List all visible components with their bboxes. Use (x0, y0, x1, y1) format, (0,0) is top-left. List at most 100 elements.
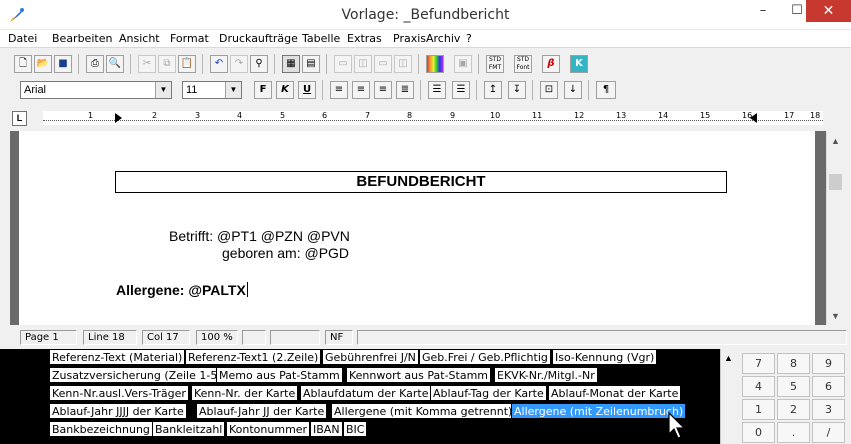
field-item[interactable]: IBAN (310, 421, 343, 437)
tab-stop-button[interactable]: L (12, 111, 27, 126)
menu-praxisarchiv[interactable]: PraxisArchiv (393, 32, 460, 45)
table-grid-icon[interactable]: ▤ (302, 55, 320, 73)
field-item[interactable]: Ablauf-Jahr JJ der Karte (196, 403, 328, 419)
field-item[interactable]: Bankbezeichnung (49, 421, 153, 437)
field-item[interactable]: Ablaufdatum der Karte (300, 385, 432, 401)
numbered-list-icon[interactable]: ☰ (428, 81, 446, 99)
new-file-icon[interactable]: 🗋 (14, 55, 32, 73)
std-fmt-button[interactable]: STD FMT (486, 55, 504, 73)
font-size-select[interactable]: 11 ▼ (182, 81, 242, 99)
keypad-key[interactable]: 2 (777, 399, 810, 420)
text-frame-icon[interactable]: ⊡ (540, 81, 558, 99)
table-icon[interactable]: ▦ (282, 55, 300, 73)
close-button[interactable]: ✕ (806, 0, 851, 22)
field-item[interactable]: Kennwort aus Pat-Stamm (346, 367, 492, 383)
menu-format[interactable]: Format (170, 32, 209, 45)
chevron-down-icon[interactable]: ▼ (225, 82, 241, 98)
field-item[interactable]: EKVK-Nr./Mitgl.-Nr (494, 367, 598, 383)
keypad-key[interactable]: 4 (742, 376, 775, 397)
keypad-key[interactable]: 0 (742, 422, 775, 443)
indent-down-icon[interactable]: ↧ (508, 81, 526, 99)
print-icon[interactable]: ⎙ (86, 55, 104, 73)
table-insert-col-icon[interactable]: ◫ (354, 55, 372, 73)
menu-druckauftraege[interactable]: Druckaufträge (219, 32, 298, 45)
undo-icon[interactable]: ↶ (210, 55, 228, 73)
ruler[interactable]: 1 2 3 4 5 6 7 8 9 10 11 12 13 14 15 16 1… (43, 111, 823, 125)
keypad-key[interactable]: 5 (777, 376, 810, 397)
field-item[interactable]: Bankleitzahl (152, 421, 226, 437)
align-right-icon[interactable]: ≡ (374, 81, 392, 99)
field-item[interactable]: Referenz-Text1 (2.Zeile) (185, 349, 322, 365)
scroll-down-icon[interactable]: ▼ (827, 308, 844, 325)
field-item[interactable]: Kenn-Nr. der Karte (191, 385, 299, 401)
keypad-key[interactable]: 3 (812, 399, 845, 420)
keypad-key[interactable]: 1 (742, 399, 775, 420)
field-item[interactable]: Zusatzversicherung (Zeile 1-5) (49, 367, 225, 383)
field-item[interactable]: Kenn-Nr.ausl.Vers-Träger (49, 385, 189, 401)
paste-icon[interactable]: 📋 (178, 55, 196, 73)
keypad-key[interactable]: 9 (812, 353, 845, 374)
beta-icon[interactable]: β (542, 55, 560, 73)
color-palette-icon[interactable] (426, 55, 444, 73)
right-indent-marker-icon[interactable] (750, 113, 758, 123)
field-list-scrollbar[interactable]: ▲ (720, 349, 740, 444)
keypad-key[interactable]: 8 (777, 353, 810, 374)
table-insert-row-icon[interactable]: ▭ (334, 55, 352, 73)
field-item[interactable]: Iso-Kennung (Vgr) (552, 349, 658, 365)
left-indent-marker-icon[interactable] (115, 113, 123, 123)
praxis-k-icon[interactable]: K (570, 55, 588, 73)
minimize-button[interactable]: – (746, 0, 780, 22)
field-item[interactable]: Ablauf-Monat der Karte (548, 385, 682, 401)
field-item[interactable]: Ablauf-Tag der Karte (430, 385, 547, 401)
field-item[interactable]: Allergene (mit Komma getrennt) (331, 403, 516, 419)
table-delete-col-icon[interactable]: ◫ (394, 55, 412, 73)
align-left-icon[interactable]: ≡ (330, 81, 348, 99)
open-folder-icon[interactable]: 📂 (34, 55, 52, 73)
print-preview-icon[interactable]: 🔍 (106, 55, 124, 73)
menu-help[interactable]: ? (466, 32, 472, 45)
menu-extras[interactable]: Extras (347, 32, 382, 45)
save-disk-icon[interactable]: ■ (54, 55, 72, 73)
scroll-up-icon[interactable]: ▲ (827, 133, 844, 150)
cut-icon[interactable]: ✂ (138, 55, 156, 73)
justify-icon[interactable]: ≣ (396, 81, 414, 99)
keypad-key[interactable]: . (777, 422, 810, 443)
bullet-list-icon[interactable]: ☰ (452, 81, 470, 99)
align-center-icon[interactable]: ≡ (352, 81, 370, 99)
frame-icon[interactable]: ▣ (454, 55, 472, 73)
scroll-up-icon[interactable]: ▲ (724, 353, 733, 363)
find-binoculars-icon[interactable]: ⚲ (250, 55, 268, 73)
scrollbar-thumb[interactable] (829, 174, 842, 190)
status-message (357, 330, 847, 345)
menu-datei[interactable]: Datei (8, 32, 37, 45)
field-item[interactable]: Geb.Frei / Geb.Pflichtig (419, 349, 551, 365)
paragraph-marks-button[interactable]: ¶ (596, 81, 616, 99)
menu-bearbeiten[interactable]: Bearbeiten (52, 32, 112, 45)
arrow-down-icon[interactable]: ↓ (564, 81, 582, 99)
keypad-key[interactable]: 6 (812, 376, 845, 397)
menu-tabelle[interactable]: Tabelle (302, 32, 340, 45)
document-page[interactable]: BEFUNDBERICHT Betrifft: @PT1 @PZN @PVN g… (19, 131, 815, 325)
indent-up-icon[interactable]: ↥ (484, 81, 502, 99)
field-item[interactable]: Kontonummer (226, 421, 311, 437)
field-item[interactable]: Ablauf-Jahr JJJJ der Karte (49, 403, 187, 419)
redo-icon[interactable]: ↷ (230, 55, 248, 73)
field-item[interactable]: Referenz-Text (Material) (49, 349, 186, 365)
document-editor[interactable]: BEFUNDBERICHT Betrifft: @PT1 @PZN @PVN g… (10, 131, 826, 325)
copy-icon[interactable]: ⧉ (158, 55, 176, 73)
field-item-selected[interactable]: Allergene (mit Zeilenumbruch) (511, 403, 687, 419)
field-item[interactable]: Memo aus Pat-Stamm (216, 367, 343, 383)
bold-button[interactable]: F (254, 81, 272, 99)
underline-button[interactable]: U (298, 81, 316, 99)
vertical-scrollbar[interactable]: ▲ ▼ (826, 131, 843, 325)
chevron-down-icon[interactable]: ▼ (155, 82, 171, 98)
field-item[interactable]: BIC (343, 421, 368, 437)
menu-ansicht[interactable]: Ansicht (119, 32, 160, 45)
keypad-key[interactable]: 7 (742, 353, 775, 374)
table-delete-row-icon[interactable]: ▭ (374, 55, 392, 73)
font-name-select[interactable]: Arial ▼ (20, 81, 172, 99)
italic-button[interactable]: K (276, 81, 294, 99)
keypad-key[interactable]: / (812, 422, 845, 443)
std-font-button[interactable]: STD Font (514, 55, 532, 73)
field-item[interactable]: Gebührenfrei J/N (322, 349, 419, 365)
